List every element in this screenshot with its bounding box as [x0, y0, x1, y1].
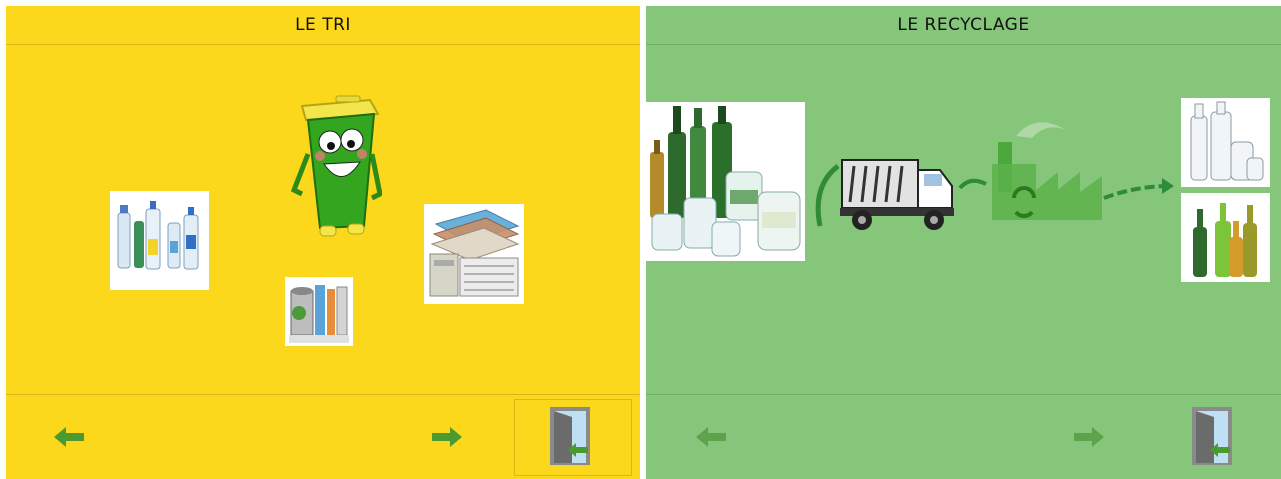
exit-door-icon[interactable] [550, 407, 590, 469]
glass-bottles-jars-image[interactable] [646, 102, 805, 261]
page-title-recyclage: LE RECYCLAGE [646, 6, 1281, 45]
tri-panel: LE TRI [6, 6, 640, 479]
recycling-bin-mascot-image [290, 94, 383, 244]
recyclage-panel: LE RECYCLAGE [646, 6, 1281, 479]
newspapers-image[interactable] [424, 204, 524, 304]
plastic-bottles-image[interactable] [110, 191, 209, 290]
recycling-factory-image [956, 116, 1176, 226]
compost-waste-image[interactable] [285, 277, 353, 346]
garbage-truck-image [810, 156, 960, 236]
arrow-left-icon[interactable] [696, 427, 726, 451]
arrow-right-icon[interactable] [1074, 427, 1104, 451]
navigation-bar-left [6, 394, 640, 479]
navigation-bar-right [646, 394, 1281, 479]
colored-glass-bottles-image[interactable] [1181, 193, 1270, 282]
clear-glass-jars-image[interactable] [1181, 98, 1270, 187]
arrow-left-icon[interactable] [54, 427, 84, 451]
page-title-tri: LE TRI [6, 6, 640, 45]
arrow-right-icon[interactable] [432, 427, 462, 451]
exit-door-icon[interactable] [1192, 407, 1232, 469]
